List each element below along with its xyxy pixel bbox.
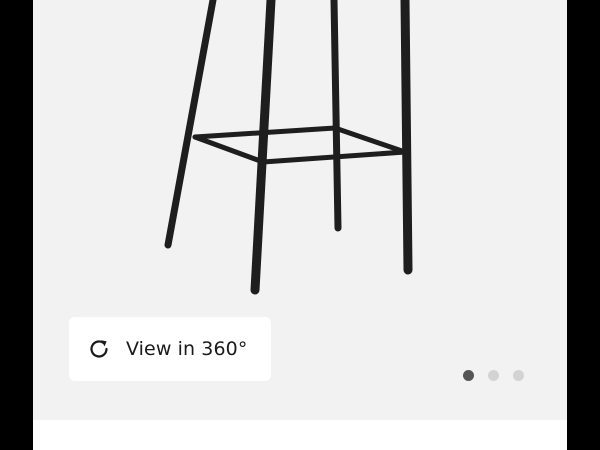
- stool-leg: [250, 0, 276, 295]
- view-in-360-label: View in 360°: [126, 338, 248, 360]
- stool-leg: [164, 0, 217, 249]
- carousel-dot-1[interactable]: [463, 370, 474, 381]
- product-details-panel: [33, 420, 567, 450]
- view-in-360-button[interactable]: View in 360°: [69, 317, 271, 381]
- rotate-refresh-icon: [86, 336, 112, 362]
- bar-stool-image: [164, 0, 413, 295]
- footrest-bar: [332, 125, 408, 155]
- stool-leg: [400, 0, 413, 275]
- carousel-pagination: [463, 370, 524, 381]
- carousel-dot-3[interactable]: [513, 370, 524, 381]
- stool-leg: [330, 0, 342, 232]
- product-image-gallery[interactable]: View in 360°: [33, 0, 567, 420]
- footrest-bar: [192, 134, 266, 165]
- screen-frame: View in 360°: [0, 0, 600, 450]
- carousel-dot-2[interactable]: [488, 370, 499, 381]
